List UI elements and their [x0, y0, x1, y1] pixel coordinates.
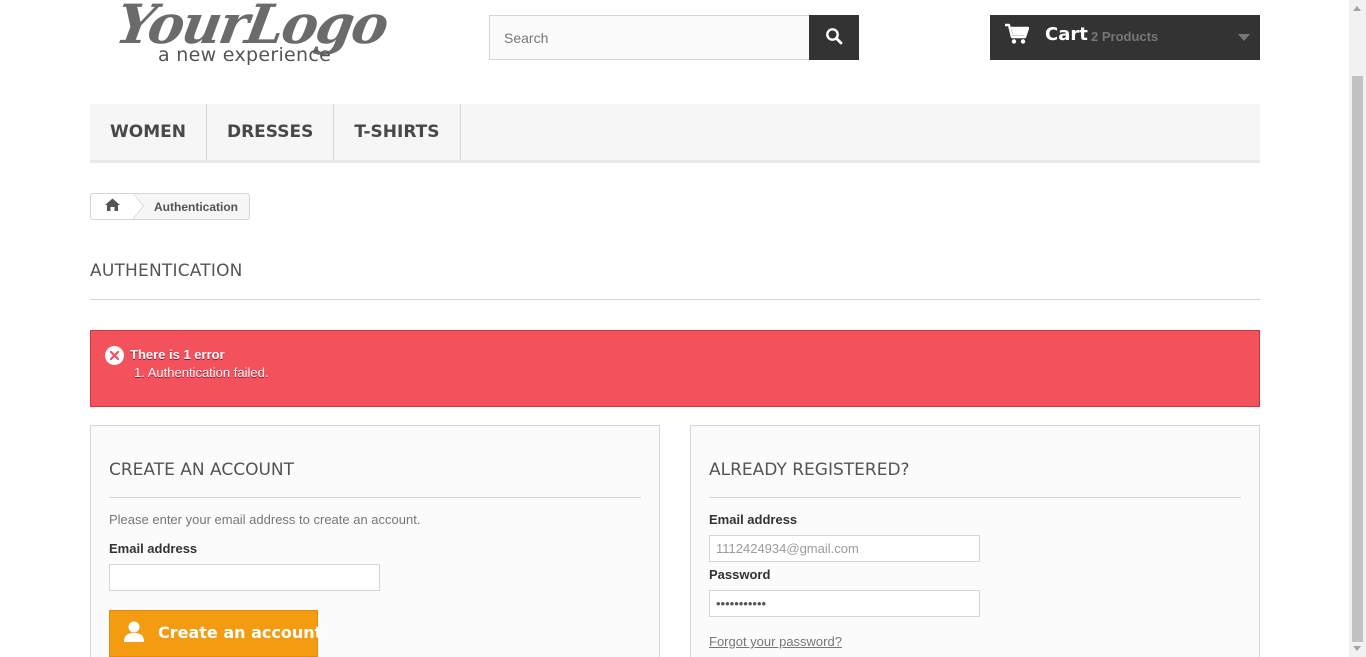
create-account-form: CREATE AN ACCOUNT Please enter your emai…: [90, 425, 660, 657]
breadcrumb-home[interactable]: [91, 193, 144, 219]
login-title: ALREADY REGISTERED?: [709, 460, 1241, 498]
error-item: 1. Authentication failed.: [134, 365, 269, 380]
logo-tagline: a new experience: [158, 44, 332, 66]
scroll-down-icon[interactable]: [1353, 646, 1361, 651]
breadcrumb-current: Authentication: [154, 199, 238, 214]
login-password-field[interactable]: [709, 590, 980, 617]
close-circle-icon: [105, 346, 124, 365]
search-input[interactable]: [489, 15, 810, 60]
create-account-title: CREATE AN ACCOUNT: [109, 460, 641, 498]
error-title: There is 1 error: [130, 347, 225, 362]
search-icon: [825, 27, 843, 48]
breadcrumb: Authentication: [90, 193, 250, 220]
cart-button[interactable]: Cart 2 Products: [990, 15, 1260, 60]
forgot-password-link[interactable]: Forgot your password?: [709, 634, 842, 649]
scroll-up-icon[interactable]: [1353, 6, 1361, 11]
logo[interactable]: YourLogo a new experience: [111, 0, 407, 70]
create-account-button[interactable]: Create an account: [109, 610, 322, 657]
search-button[interactable]: [809, 15, 859, 60]
create-account-description: Please enter your email address to creat…: [109, 512, 421, 527]
menu-item-dresses[interactable]: DRESSES: [207, 104, 335, 160]
create-email-field[interactable]: [109, 564, 380, 591]
menu-item-tshirts[interactable]: T-SHIRTS: [334, 104, 461, 160]
error-alert: There is 1 error 1. Authentication faile…: [90, 330, 1260, 407]
scroll-thumb[interactable]: [1352, 76, 1363, 642]
login-email-label: Email address: [709, 512, 798, 527]
cart-count: 2 Products: [1091, 29, 1159, 44]
main-menu: WOMEN DRESSES T-SHIRTS: [90, 104, 1260, 163]
cart-icon: [1005, 23, 1030, 50]
login-password-label: Password: [709, 567, 771, 582]
create-email-label: Email address: [109, 541, 198, 556]
create-account-label: Create an account: [158, 623, 323, 642]
user-icon: [124, 621, 144, 646]
login-email-field[interactable]: [709, 535, 980, 562]
cart-label: Cart: [1045, 24, 1088, 45]
page-title: AUTHENTICATION: [90, 261, 1260, 300]
chevron-down-icon: [1238, 34, 1250, 41]
login-form: ALREADY REGISTERED? Email address Passwo…: [690, 425, 1260, 657]
home-icon: [104, 198, 120, 216]
menu-item-women[interactable]: WOMEN: [90, 104, 207, 160]
page-scrollbar[interactable]: [1349, 0, 1366, 657]
